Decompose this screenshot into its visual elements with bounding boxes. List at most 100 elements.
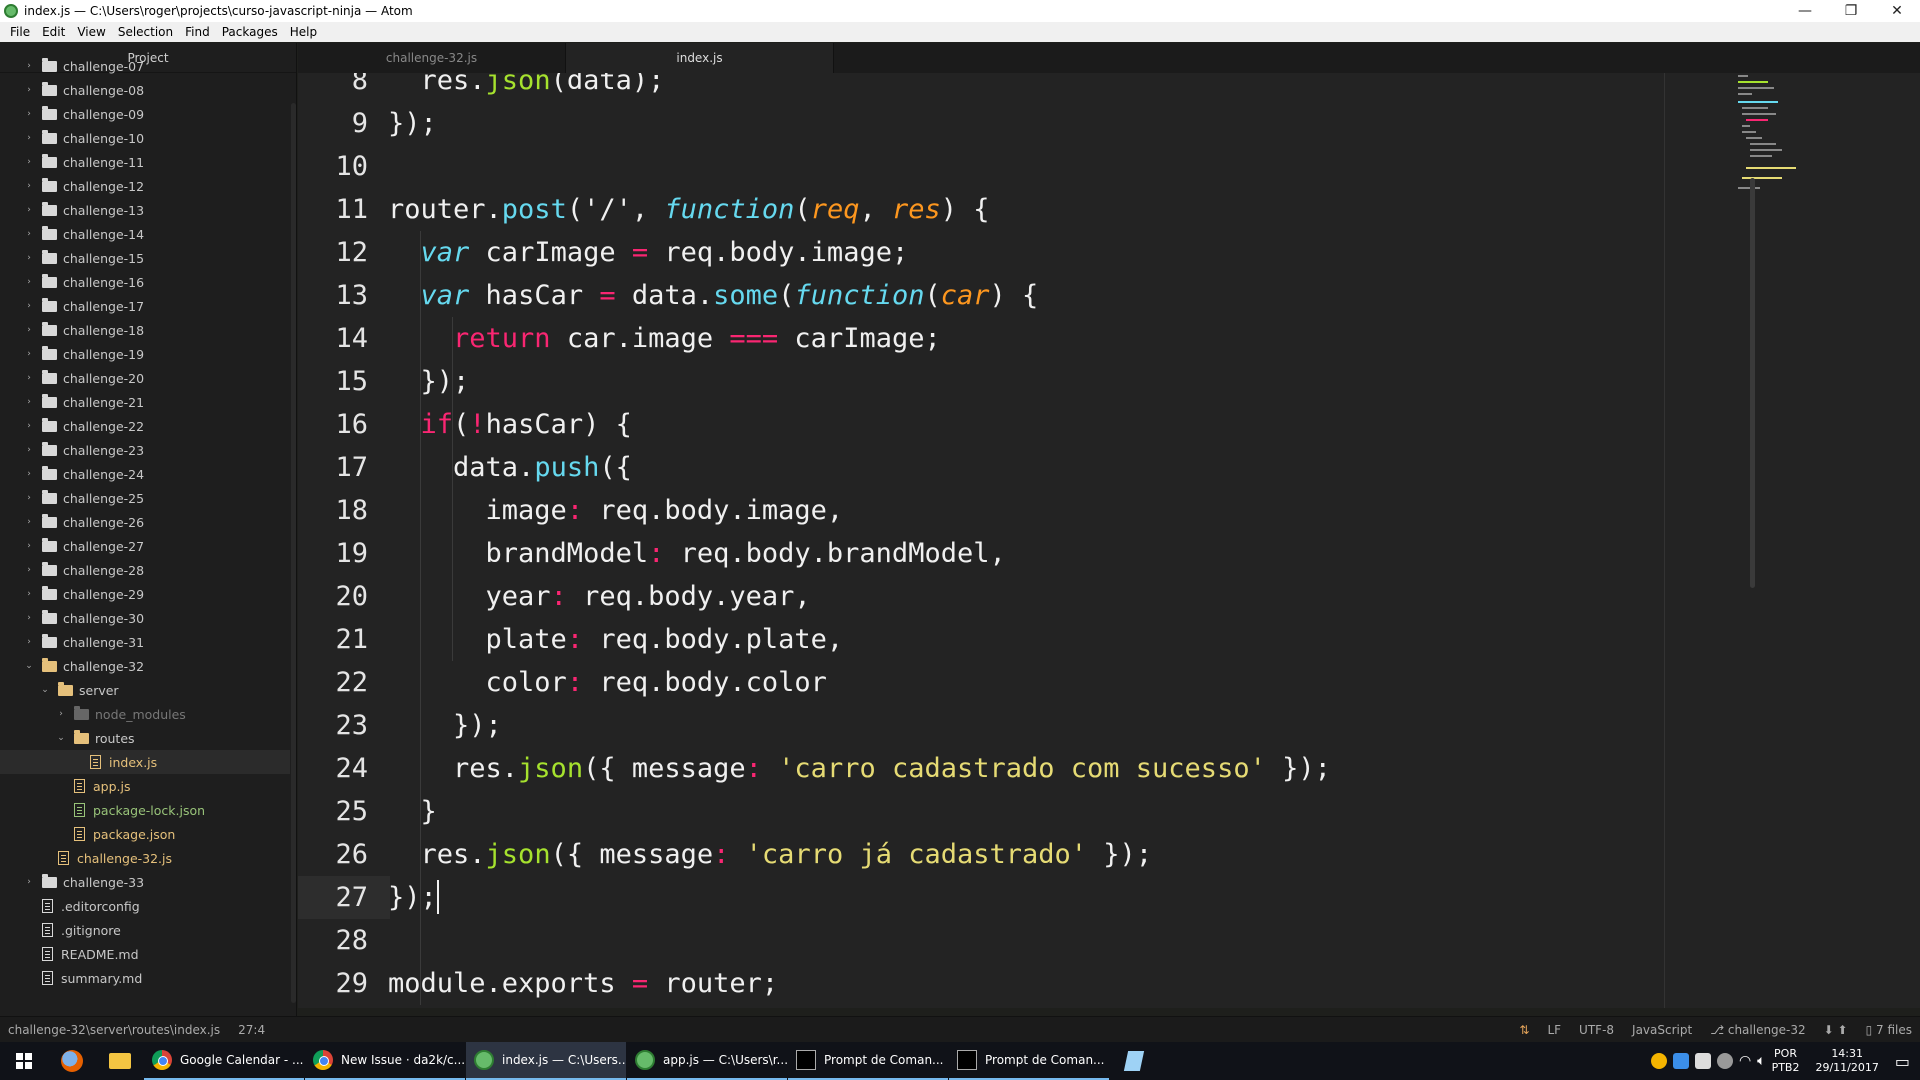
code-line[interactable]: }); [388, 102, 437, 145]
tree-item[interactable]: › challenge-23 [0, 438, 290, 462]
clock[interactable]: 14:31 29/11/2017 [1815, 1047, 1878, 1075]
status-file-path[interactable]: challenge-32\server\routes\index.js [8, 1023, 220, 1037]
code-line[interactable]: var hasCar = data.some(function(car) { [388, 274, 1039, 317]
status-grammar[interactable]: JavaScript [1632, 1023, 1692, 1037]
restore-button[interactable]: ❐ [1828, 0, 1874, 22]
taskbar-firefox[interactable] [48, 1042, 96, 1080]
tree-item[interactable]: › challenge-22 [0, 414, 290, 438]
tree-item[interactable]: summary.md [0, 966, 290, 990]
tree-item[interactable]: .editorconfig [0, 894, 290, 918]
tree-item[interactable]: package-lock.json [0, 798, 290, 822]
tree-item[interactable]: › challenge-25 [0, 486, 290, 510]
minimize-button[interactable]: — [1782, 0, 1828, 22]
code-line[interactable]: if(!hasCar) { [388, 403, 632, 446]
tree-item[interactable]: app.js [0, 774, 290, 798]
tray-shield-icon[interactable] [1694, 1053, 1711, 1069]
minimap[interactable] [1738, 73, 1858, 193]
language-indicator[interactable]: POR PTB2 [1772, 1047, 1800, 1075]
menu-selection[interactable]: Selection [112, 25, 179, 39]
tree-item[interactable]: › challenge-29 [0, 582, 290, 606]
code-line[interactable]: router.post('/', function(req, res) { [388, 188, 990, 231]
menu-edit[interactable]: Edit [36, 25, 71, 39]
status-line-ending[interactable]: LF [1547, 1023, 1561, 1037]
code-line[interactable]: plate: req.body.plate, [388, 618, 844, 661]
status-files[interactable]: ▯ 7 files [1866, 1023, 1912, 1037]
tree-item[interactable]: › challenge-27 [0, 534, 290, 558]
code-line[interactable]: }); [388, 704, 502, 747]
menu-find[interactable]: Find [179, 25, 216, 39]
taskbar-app[interactable]: Prompt de Coman... [788, 1042, 948, 1080]
code-line[interactable]: var carImage = req.body.image; [388, 231, 909, 274]
tree-item[interactable]: › challenge-33 [0, 870, 290, 894]
tree-item[interactable]: › challenge-20 [0, 366, 290, 390]
tree-item[interactable]: › challenge-14 [0, 222, 290, 246]
code-line[interactable]: }); [388, 876, 437, 919]
tree-item[interactable]: › challenge-24 [0, 462, 290, 486]
tab-challenge-32-js[interactable]: challenge-32.js [298, 43, 566, 73]
tree-item[interactable]: › challenge-30 [0, 606, 290, 630]
status-fetch-arrows-icon[interactable]: ⬇ ⬆ [1824, 1023, 1848, 1037]
code-line[interactable]: res.json({ message: 'carro já cadastrado… [388, 833, 1153, 876]
tree-item[interactable]: ⌄ challenge-32 [0, 654, 290, 678]
tree-item[interactable]: › challenge-26 [0, 510, 290, 534]
code-line[interactable]: color: req.body.color [388, 661, 827, 704]
tree-item[interactable]: › challenge-10 [0, 126, 290, 150]
wifi-icon[interactable]: ◠ [1739, 1053, 1751, 1069]
tree-item[interactable]: README.md [0, 942, 290, 966]
start-button[interactable] [0, 1042, 48, 1080]
tray-people-icon[interactable] [1716, 1053, 1733, 1069]
status-branch[interactable]: ⎇ challenge-32 [1710, 1023, 1805, 1037]
tree-item[interactable]: › challenge-09 [0, 102, 290, 126]
code-line[interactable]: res.json({ message: 'carro cadastrado co… [388, 747, 1331, 790]
code-line[interactable]: image: req.body.image, [388, 489, 844, 532]
taskbar-app[interactable]: index.js — C:\Users... [466, 1042, 626, 1080]
tree-item[interactable]: › challenge-15 [0, 246, 290, 270]
code-line[interactable]: return car.image === carImage; [388, 317, 941, 360]
menu-packages[interactable]: Packages [216, 25, 284, 39]
tray-network-app-icon[interactable] [1672, 1053, 1689, 1069]
taskbar-app[interactable]: app.js — C:\Users\r... [627, 1042, 787, 1080]
tree-item[interactable]: challenge-32.js [0, 846, 290, 870]
volume-icon[interactable]: 🔈︎ [1757, 1053, 1765, 1069]
tree-item[interactable]: › challenge-07 [0, 54, 290, 78]
tree-item[interactable]: › challenge-19 [0, 342, 290, 366]
tree-item[interactable]: .gitignore [0, 918, 290, 942]
taskbar-file-explorer[interactable] [96, 1042, 144, 1080]
taskbar-notepad[interactable] [1110, 1042, 1158, 1080]
status-sync-icon[interactable]: ⇅ [1519, 1023, 1529, 1037]
tree-item[interactable]: › node_modules [0, 702, 290, 726]
tree-item[interactable]: › challenge-28 [0, 558, 290, 582]
menu-view[interactable]: View [71, 25, 111, 39]
taskbar-app[interactable]: Prompt de Coman... [949, 1042, 1109, 1080]
code-line[interactable]: res.json(data); [388, 73, 665, 102]
tray-chrome-icon[interactable] [1650, 1053, 1667, 1069]
code-line[interactable]: brandModel: req.body.brandModel, [388, 532, 1006, 575]
tree-item[interactable]: › challenge-21 [0, 390, 290, 414]
tree-item[interactable]: ⌄ routes [0, 726, 290, 750]
tree-item[interactable]: › challenge-16 [0, 270, 290, 294]
tree-item[interactable]: index.js [0, 750, 290, 774]
tree-item[interactable]: › challenge-31 [0, 630, 290, 654]
tree-item[interactable]: › challenge-13 [0, 198, 290, 222]
code-line[interactable]: module.exports = router; [388, 962, 778, 1005]
taskbar-app[interactable]: New Issue · da2k/c... [305, 1042, 465, 1080]
status-cursor-position[interactable]: 27:4 [238, 1023, 265, 1037]
taskbar-app[interactable]: Google Calendar - ... [144, 1042, 304, 1080]
close-button[interactable]: ✕ [1874, 0, 1920, 22]
tree-scrollbar[interactable] [291, 103, 296, 1003]
tree-item[interactable]: › challenge-08 [0, 78, 290, 102]
code-line[interactable]: data.push({ [388, 446, 632, 489]
code-line[interactable]: } [388, 790, 437, 833]
text-editor[interactable]: 8 res.json(data); 9}); 10 11 router.post('/'… [298, 73, 1920, 1008]
tree-item[interactable]: ⌄ server [0, 678, 290, 702]
tab-index-js[interactable]: index.js [566, 43, 834, 73]
editor-scrollbar[interactable] [1750, 178, 1755, 588]
notification-center-icon[interactable]: ▭ [1895, 1052, 1910, 1071]
menu-file[interactable]: File [4, 25, 36, 39]
menu-help[interactable]: Help [284, 25, 323, 39]
code-line[interactable]: }); [388, 360, 470, 403]
tree-item[interactable]: package.json [0, 822, 290, 846]
tree-item[interactable]: › challenge-17 [0, 294, 290, 318]
tree-item[interactable]: › challenge-18 [0, 318, 290, 342]
status-encoding[interactable]: UTF-8 [1579, 1023, 1614, 1037]
